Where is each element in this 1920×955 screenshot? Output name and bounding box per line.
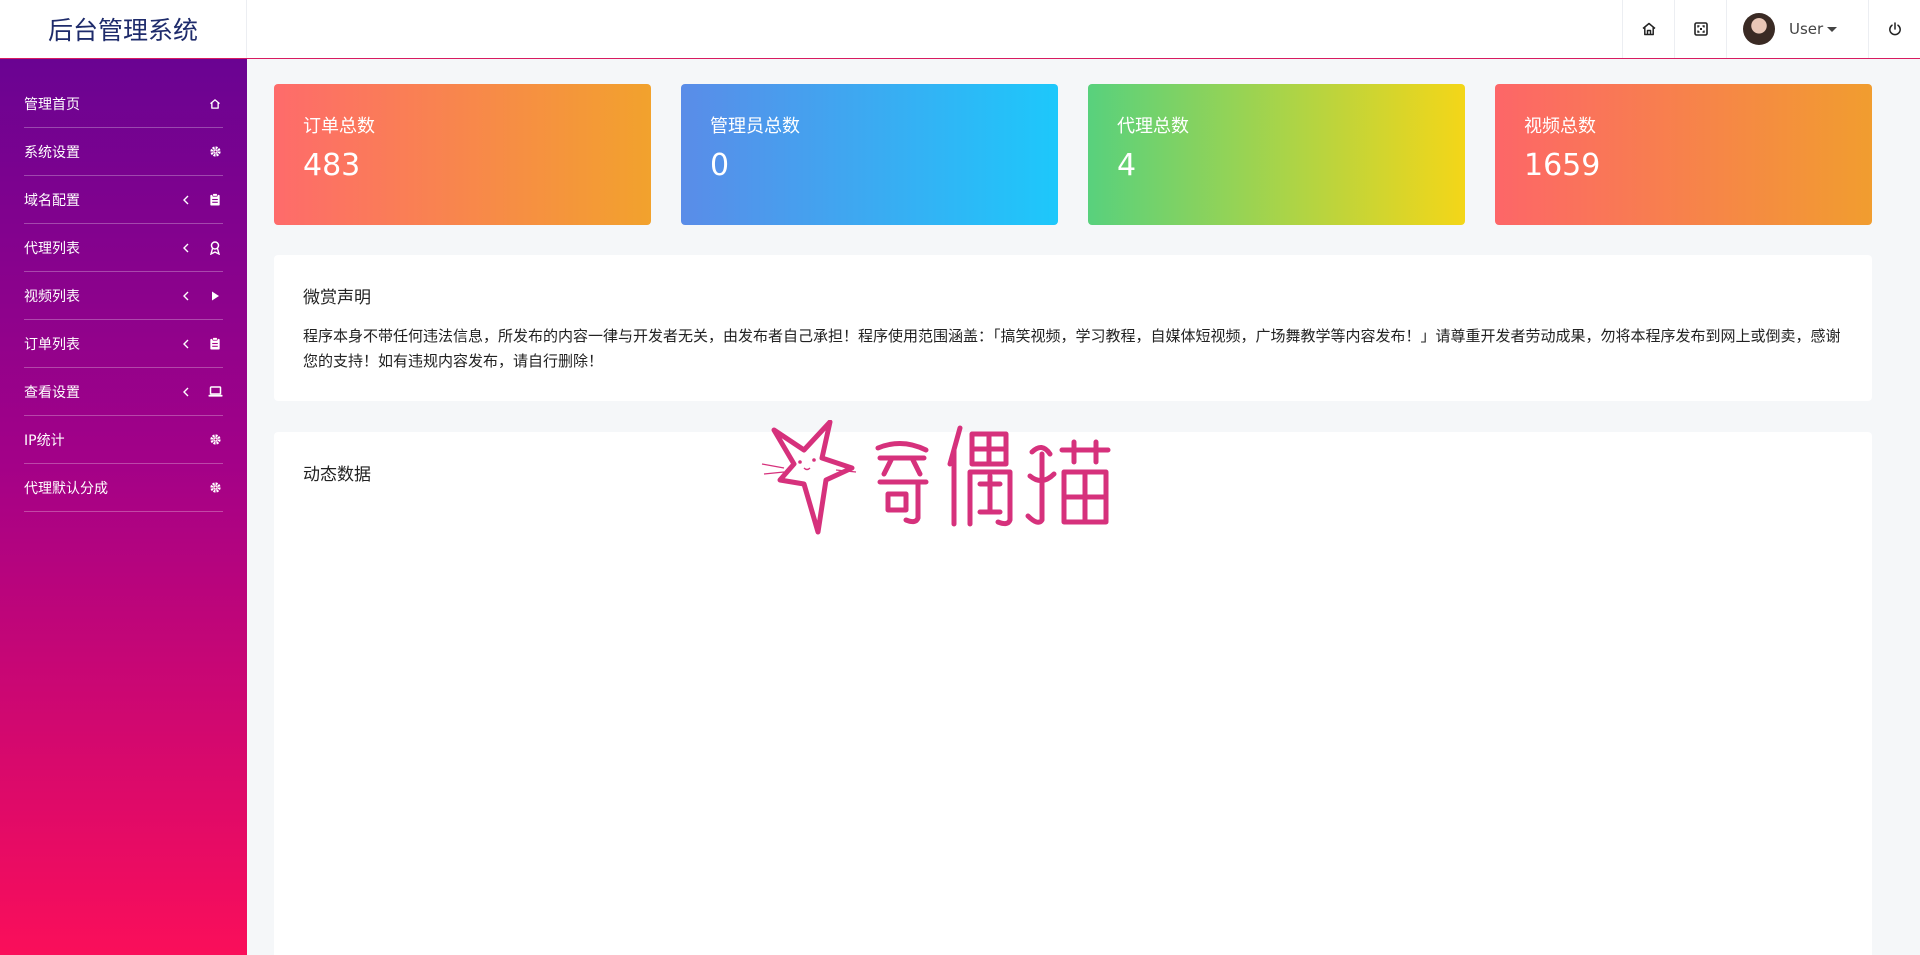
home-icon (207, 98, 223, 110)
stat-card-videos: 视频总数 1659 (1495, 84, 1872, 225)
sidebar-item-agent-default-share[interactable]: 代理默认分成 (24, 464, 223, 512)
user-name: User (1789, 20, 1824, 38)
sidebar-item-label: 域名配置 (24, 192, 80, 209)
gear-icon (207, 481, 223, 494)
notice-title: 微赏声明 (303, 288, 371, 308)
award-icon (207, 240, 223, 255)
sidebar-item-label: IP统计 (24, 432, 65, 449)
brand-title[interactable]: 后台管理系统 (0, 0, 247, 58)
home-icon (1642, 22, 1655, 36)
sidebar-item-label: 系统设置 (24, 144, 80, 161)
clipboard-icon (207, 337, 223, 350)
cat-logo-icon (761, 420, 1111, 535)
stat-card-title: 管理员总数 (710, 116, 800, 137)
header-fullscreen-button[interactable] (1674, 0, 1726, 58)
stat-card-title: 代理总数 (1117, 116, 1189, 137)
stat-card-title: 视频总数 (1524, 116, 1596, 137)
chevron-left-icon (179, 243, 193, 253)
gear-icon (207, 145, 223, 158)
stat-card-value: 0 (710, 148, 730, 183)
sidebar-item-label: 订单列表 (24, 336, 80, 353)
stat-card-orders: 订单总数 483 (274, 84, 651, 225)
user-menu[interactable]: User (1726, 0, 1868, 58)
gear-icon (207, 433, 223, 446)
laptop-icon (207, 386, 223, 397)
chevron-left-icon (179, 387, 193, 397)
stat-card-title: 订单总数 (303, 116, 375, 137)
sidebar-item-system-settings[interactable]: 系统设置 (24, 128, 223, 176)
chevron-left-icon (179, 195, 193, 205)
chevron-left-icon (179, 339, 193, 349)
sidebar-item-order-list[interactable]: 订单列表 (24, 320, 223, 368)
notice-panel: 微赏声明 程序本身不带任何违法信息，所发布的内容一律与开发者无关，由发布者自己承… (274, 255, 1872, 401)
stat-card-value: 1659 (1524, 148, 1601, 183)
header-spacer (247, 0, 1622, 58)
sidebar-item-label: 管理首页 (24, 96, 80, 113)
clipboard-icon (207, 193, 223, 206)
logout-button[interactable] (1868, 0, 1920, 58)
chevron-left-icon (179, 291, 193, 301)
stat-card-value: 483 (303, 148, 361, 183)
sidebar-item-label: 查看设置 (24, 384, 80, 401)
chevron-down-icon (1827, 26, 1838, 32)
sidebar-item-label: 代理列表 (24, 240, 80, 257)
stat-card-value: 4 (1117, 148, 1137, 183)
sidebar-item-agent-list[interactable]: 代理列表 (24, 224, 223, 272)
sidebar-item-home[interactable]: 管理首页 (24, 80, 223, 128)
sidebar: 管理首页 系统设置 域名配置 代理列表 视频列表 订单列表 查看设置 IP统计 … (0, 59, 247, 955)
play-icon (207, 290, 223, 302)
power-icon (1888, 22, 1901, 36)
fullscreen-icon (1693, 22, 1708, 36)
sidebar-item-label: 代理默认分成 (24, 480, 108, 497)
sidebar-item-video-list[interactable]: 视频列表 (24, 272, 223, 320)
top-header: 后台管理系统 User (0, 0, 1920, 59)
header-home-button[interactable] (1622, 0, 1674, 58)
sidebar-item-ip-stats[interactable]: IP统计 (24, 416, 223, 464)
avatar (1743, 13, 1775, 45)
sidebar-item-view-settings[interactable]: 查看设置 (24, 368, 223, 416)
stat-card-admins: 管理员总数 0 (681, 84, 1058, 225)
sidebar-item-domain-config[interactable]: 域名配置 (24, 176, 223, 224)
stat-card-agents: 代理总数 4 (1088, 84, 1465, 225)
sidebar-item-label: 视频列表 (24, 288, 80, 305)
notice-text: 程序本身不带任何违法信息，所发布的内容一律与开发者无关，由发布者自己承担！程序使… (303, 327, 1841, 370)
